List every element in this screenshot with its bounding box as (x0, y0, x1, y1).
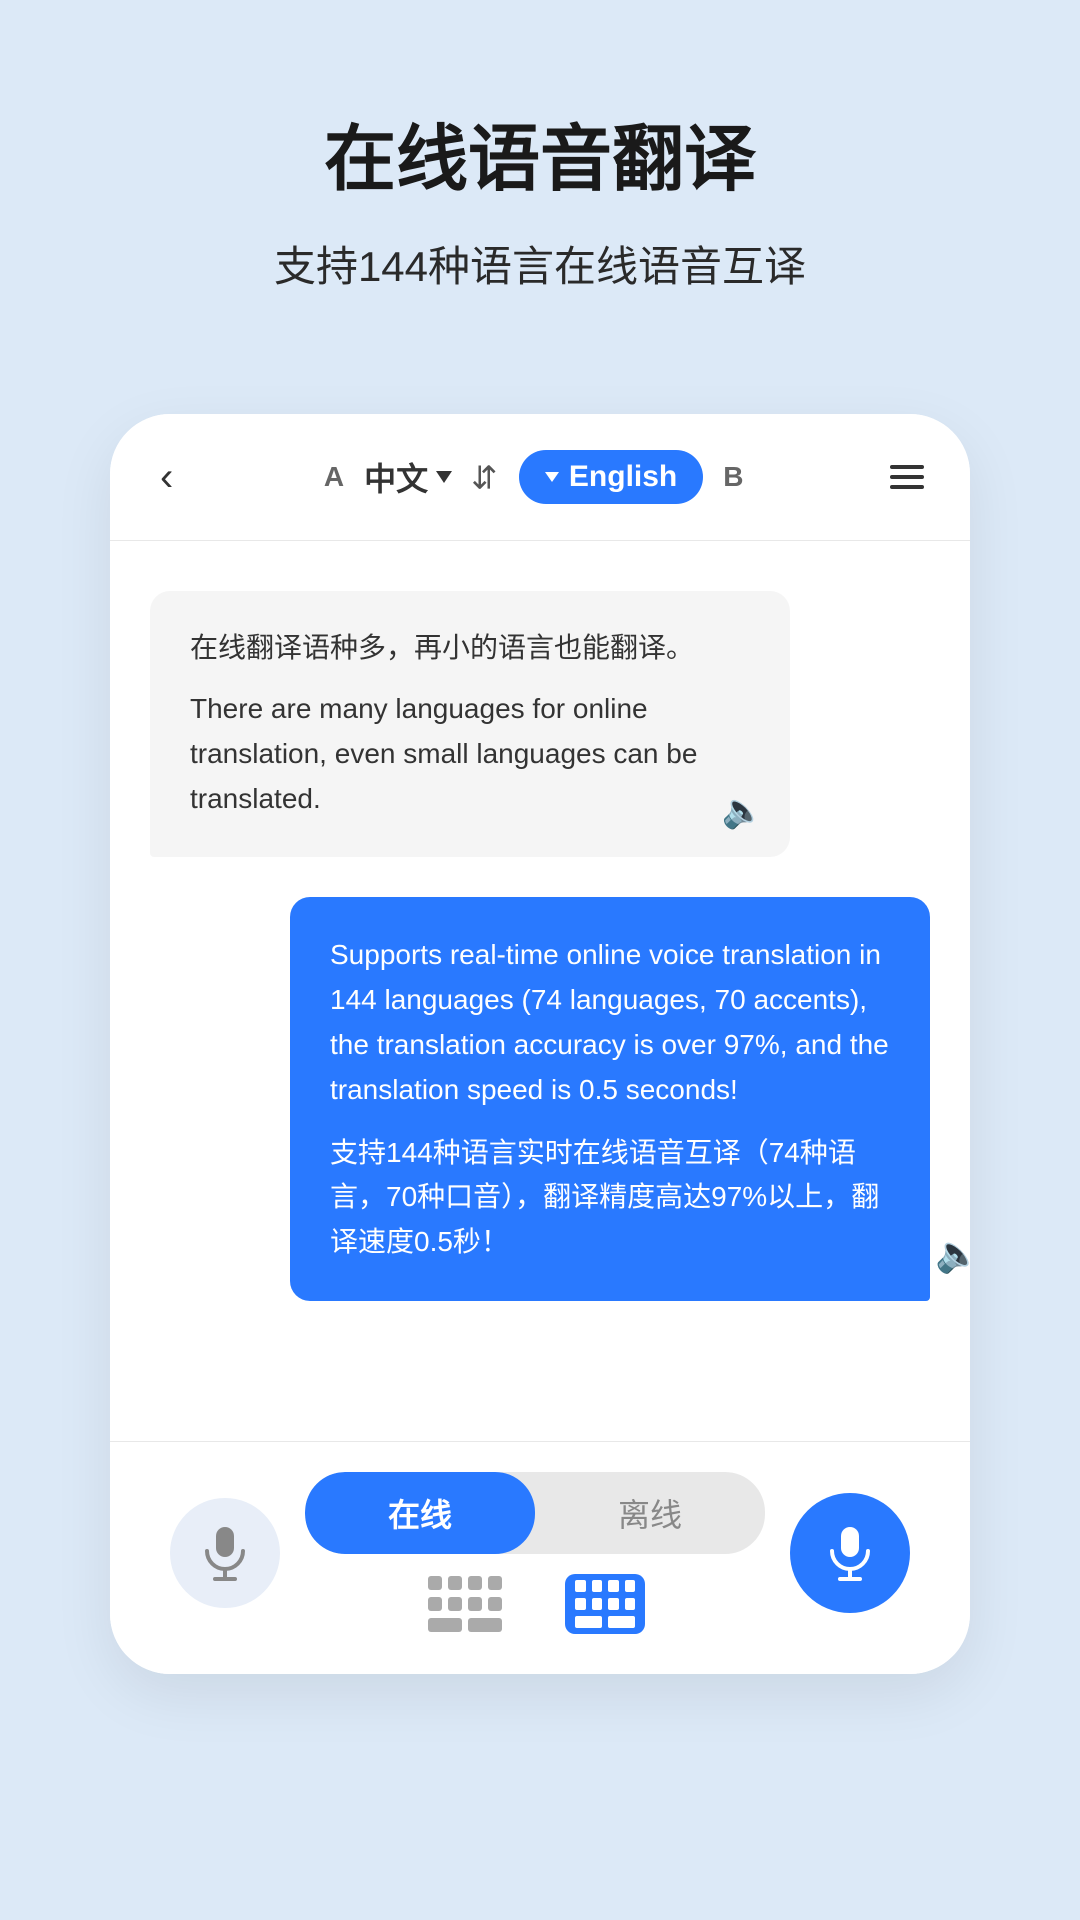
page-subtitle: 支持144种语言在线语音互译 (274, 233, 806, 294)
language-section: A 中文 ⇆ English B (183, 450, 884, 504)
back-button[interactable]: ‹ (150, 455, 183, 500)
chat-area: 在线翻译语种多，再小的语言也能翻译。 There are many langua… (110, 541, 970, 1441)
target-dropdown-arrow-icon (545, 472, 559, 482)
swap-languages-button[interactable]: ⇆ (467, 464, 505, 491)
keyboard-blue-button[interactable] (565, 1574, 645, 1634)
kb-key-white (592, 1598, 603, 1610)
target-language-text: English (569, 460, 677, 494)
kb-key (468, 1618, 502, 1632)
target-language-selector[interactable]: English (519, 450, 703, 504)
lang-b-label: B (723, 461, 743, 493)
source-language-selector[interactable]: 中文 (364, 454, 452, 500)
left-original-text: 在线翻译语种多，再小的语言也能翻译。 (190, 627, 750, 669)
online-mode-button[interactable]: 在线 (305, 1472, 535, 1554)
left-speaker-icon[interactable]: 🔈 (722, 791, 764, 831)
kb-key-white (608, 1616, 635, 1628)
keyboard-gray-button[interactable] (425, 1574, 505, 1634)
right-speaker-icon[interactable]: 🔈 (935, 1233, 970, 1275)
lang-a-label: A (324, 461, 344, 493)
top-bar: ‹ A 中文 ⇆ English B (110, 414, 970, 541)
kb-key-white (625, 1580, 636, 1592)
bottom-controls-row: 在线 离线 (150, 1472, 930, 1634)
left-translated-text: There are many languages for online tran… (190, 687, 750, 821)
kb-key-white (575, 1598, 586, 1610)
kb-key-white (575, 1580, 586, 1592)
keyboard-row (425, 1574, 645, 1634)
kb-key (488, 1597, 502, 1611)
source-dropdown-arrow (436, 471, 452, 483)
bottom-bar: 在线 离线 (110, 1441, 970, 1674)
kb-key (448, 1597, 462, 1611)
menu-line-1 (890, 465, 924, 469)
page-title: 在线语音翻译 (324, 100, 756, 205)
kb-key-white (608, 1598, 619, 1610)
kb-key-white (575, 1616, 602, 1628)
right-mic-button[interactable] (790, 1493, 910, 1613)
offline-mode-button[interactable]: 离线 (535, 1472, 765, 1554)
right-original-text: Supports real-time online voice translat… (330, 933, 890, 1112)
left-translation-bubble: 在线翻译语种多，再小的语言也能翻译。 There are many langua… (150, 591, 790, 857)
kb-key (448, 1576, 462, 1590)
right-translated-text: 支持144种语言实时在线语音互译（74种语言，70种口音），翻译精度高达97%以… (330, 1131, 890, 1265)
menu-line-3 (890, 485, 924, 489)
menu-button[interactable] (884, 459, 930, 495)
kb-key (488, 1576, 502, 1590)
mic-icon-left (202, 1525, 248, 1581)
kb-key-white (608, 1580, 619, 1592)
kb-key (468, 1576, 482, 1590)
mic-icon-right (827, 1525, 873, 1581)
kb-key (428, 1576, 442, 1590)
right-translation-bubble: Supports real-time online voice translat… (290, 897, 930, 1301)
mode-switcher: 在线 离线 (305, 1472, 765, 1554)
source-language-text: 中文 (364, 454, 428, 500)
kb-key-white (592, 1580, 603, 1592)
left-mic-button[interactable] (170, 1498, 280, 1608)
phone-card: ‹ A 中文 ⇆ English B 在线翻译语种多，再小的语言也能翻译。 Th (110, 414, 970, 1674)
kb-key (428, 1597, 442, 1611)
kb-key (468, 1597, 482, 1611)
kb-key (428, 1618, 462, 1632)
menu-line-2 (890, 475, 924, 479)
kb-key-white (625, 1598, 636, 1610)
